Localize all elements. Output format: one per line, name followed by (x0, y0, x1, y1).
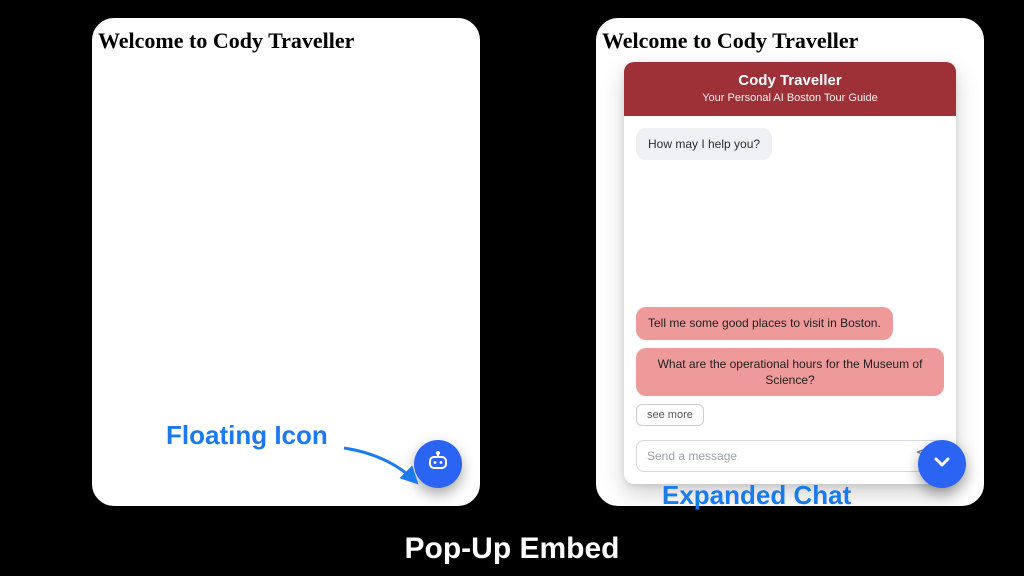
diagram-stage: Welcome to Cody Traveller Floating Icon (0, 0, 1024, 576)
bot-message: How may I help you? (636, 128, 772, 160)
chat-input-row (636, 440, 944, 472)
see-more-button[interactable]: see more (636, 404, 704, 426)
tablet-expanded: Welcome to Cody Traveller Cody Traveller… (590, 12, 990, 512)
spacer (636, 168, 944, 299)
chat-panel: Cody Traveller Your Personal AI Boston T… (624, 62, 956, 484)
chat-subtitle: Your Personal AI Boston Tour Guide (632, 92, 948, 104)
annotation-floating-icon: Floating Icon (166, 420, 328, 451)
suggestion-chip[interactable]: Tell me some good places to visit in Bos… (636, 307, 893, 339)
page-title: Welcome to Cody Traveller (92, 18, 480, 54)
chat-input[interactable] (647, 449, 907, 463)
diagram-caption: Pop-Up Embed (0, 532, 1024, 566)
chat-header: Cody Traveller Your Personal AI Boston T… (624, 62, 956, 116)
chat-title: Cody Traveller (632, 72, 948, 89)
chat-collapse-button[interactable] (918, 440, 966, 488)
chatbot-icon (426, 450, 450, 479)
page-title: Welcome to Cody Traveller (596, 18, 984, 54)
chevron-down-icon (930, 450, 954, 479)
annotation-expanded-chat: Expanded Chat (662, 480, 851, 511)
suggestion-chip[interactable]: What are the operational hours for the M… (636, 348, 944, 396)
chat-body: How may I help you? Tell me some good pl… (624, 116, 956, 434)
chat-launcher-button[interactable] (414, 440, 462, 488)
